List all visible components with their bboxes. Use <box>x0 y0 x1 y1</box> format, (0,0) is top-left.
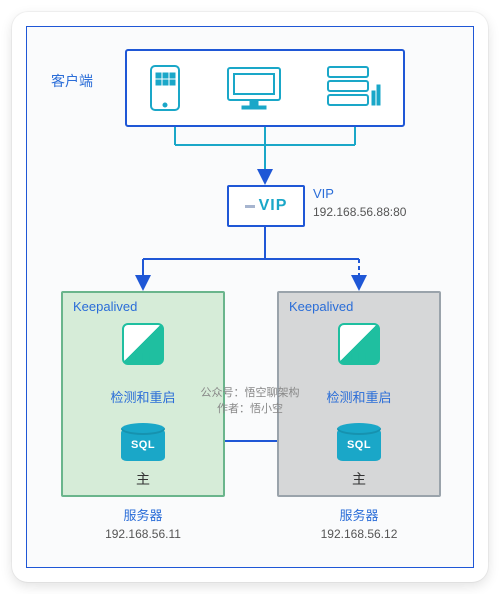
server-right: Keepalived 检测和重启 SQL 主 <box>277 291 441 497</box>
mobile-icon <box>148 63 182 113</box>
server-ip: 192.168.56.12 <box>277 525 441 543</box>
vip-address: 192.168.56.88:80 <box>313 203 406 221</box>
vip-title: VIP <box>313 185 406 203</box>
server-right-footer: 服务器 192.168.56.12 <box>277 507 441 543</box>
server-ip: 192.168.56.11 <box>61 525 225 543</box>
sql-text: SQL <box>337 439 381 451</box>
keepalived-icon <box>338 323 380 365</box>
vip-box-text: VIP <box>259 197 288 215</box>
keepalived-label: Keepalived <box>289 299 353 314</box>
check-restart-label: 检测和重启 <box>110 387 175 406</box>
card: 客户端 VIP <box>12 12 488 582</box>
server-name: 服务器 <box>61 507 225 525</box>
keepalived-label: Keepalived <box>73 299 137 314</box>
dash-icon <box>245 205 255 208</box>
server-name: 服务器 <box>277 507 441 525</box>
credit: 公众号：悟空聊架构 作者：悟小空 <box>201 385 300 417</box>
keepalived-icon <box>122 323 164 365</box>
sql-text: SQL <box>121 439 165 451</box>
credit-line-2: 作者：悟小空 <box>201 401 300 417</box>
check-restart-label: 检测和重启 <box>326 387 391 406</box>
server-rack-icon <box>326 65 382 111</box>
client-devices <box>125 49 405 127</box>
server-left-footer: 服务器 192.168.56.11 <box>61 507 225 543</box>
sql-icon: SQL <box>121 423 165 461</box>
credit-line-1: 公众号：悟空聊架构 <box>201 385 300 401</box>
role-label: 主 <box>136 469 150 489</box>
vip-box: VIP <box>227 185 305 227</box>
client-label: 客户端 <box>51 71 93 91</box>
diagram-frame: 客户端 VIP <box>26 26 474 568</box>
vip-info: VIP 192.168.56.88:80 <box>313 185 406 221</box>
sql-icon: SQL <box>337 423 381 461</box>
desktop-icon <box>224 64 284 112</box>
role-label: 主 <box>352 469 366 489</box>
